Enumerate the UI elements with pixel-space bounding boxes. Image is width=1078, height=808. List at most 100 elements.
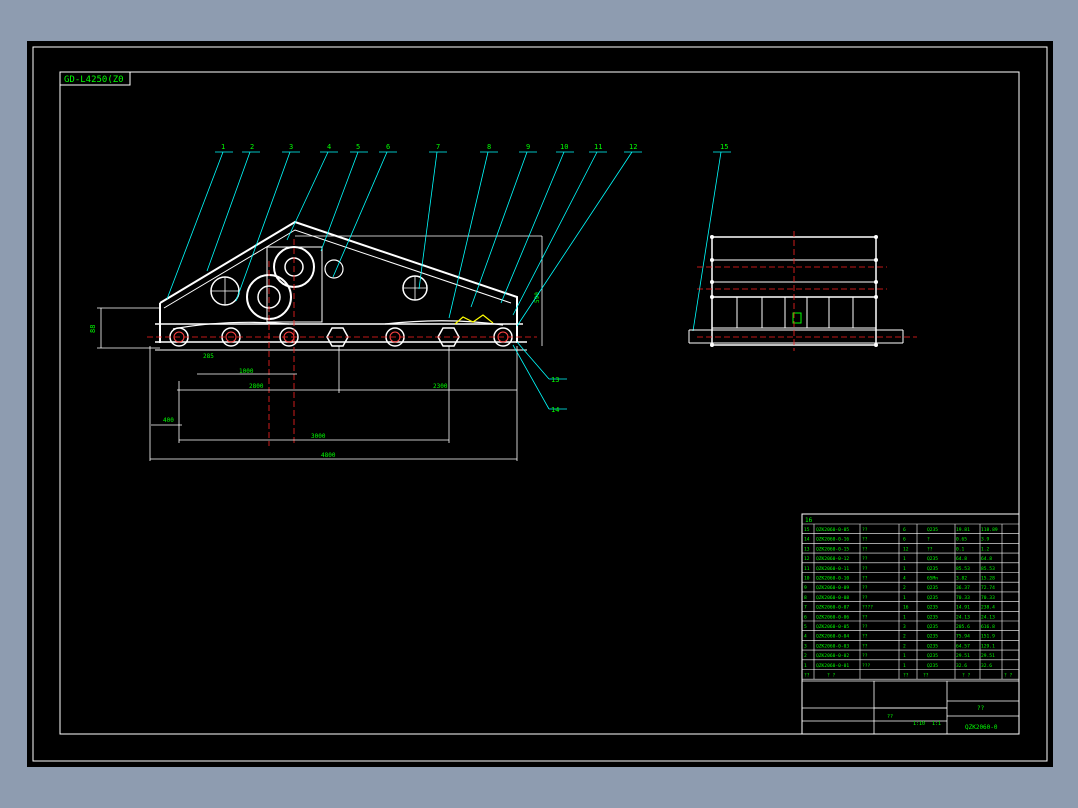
- bom-cell-w1: 36.37: [956, 585, 970, 591]
- bom-cell-w1: 29.51: [956, 653, 970, 659]
- balloon-4: 4: [327, 143, 331, 151]
- bom-cell-qty: 2: [903, 634, 906, 640]
- bom-cell-name: ??: [862, 566, 868, 572]
- bom-cell-mat: Q235: [927, 663, 938, 669]
- dim-height-left: 88: [89, 325, 97, 333]
- balloon-13: 13: [551, 376, 559, 384]
- dim-b: 1000: [239, 368, 254, 375]
- bom-cell-code: QZK2060-0-09: [816, 585, 849, 591]
- bom-cell-w1: 85.53: [956, 566, 970, 572]
- bom-cell-w2: 24.13: [981, 614, 995, 620]
- bom-cell-no: 2: [804, 653, 807, 659]
- bom-cell-w1: 205.6: [956, 624, 970, 630]
- bom-header-name: ? ?: [827, 673, 836, 679]
- bom-header-note: ? ?: [1004, 673, 1013, 679]
- bom-cell-qty: 1: [903, 556, 906, 562]
- balloon-14: 14: [551, 406, 559, 414]
- bom-cell-code: QZK2060-0-04: [816, 634, 849, 640]
- bom-cell-name: ??: [862, 527, 868, 533]
- bom-cell-w1: 19.81: [956, 527, 970, 533]
- bom-cell-qty: 1: [903, 663, 906, 669]
- bom-cell-w2: 616.8: [981, 624, 995, 630]
- bom-cell-name: ??: [862, 643, 868, 649]
- bom-cell-w2: 85.53: [981, 566, 995, 572]
- title-scale: 1:1: [932, 721, 941, 727]
- bom-cell-w2: 129.1: [981, 643, 995, 649]
- bom-cell-w1: 70.33: [956, 595, 970, 601]
- bom-cell-w1: 3.82: [956, 576, 967, 582]
- bom-cell-w2: 64.8: [981, 556, 992, 562]
- balloon-7: 7: [436, 143, 440, 151]
- bom-cell-no: 4: [804, 634, 807, 640]
- bom-cell-name: ??: [862, 595, 868, 601]
- bom-header-w: ? ?: [962, 673, 971, 679]
- bom-cell-mat: Q235: [927, 624, 938, 630]
- balloon-labels: 1 2 3 4 5 6 7 8 9 10 11 12 13 14 15: [221, 143, 728, 414]
- bom-cell-mat: Q235: [927, 527, 938, 533]
- bom-cell-qty: 1: [903, 566, 906, 572]
- balloon-2: 2: [250, 143, 254, 151]
- bom-cell-no: 13: [804, 546, 810, 552]
- bom-cell-no: 14: [804, 537, 810, 543]
- bom-cell-w1: 64.8: [956, 556, 967, 562]
- bom-cell-code: QZK2060-0-10: [816, 576, 849, 582]
- title-ratio: 1:10: [913, 721, 925, 727]
- bom-cell-name: ??: [862, 585, 868, 591]
- bom-cell-w2: 70.33: [981, 595, 995, 601]
- bom-cell-no: 6: [804, 614, 807, 620]
- bom-cell-w1: 0.65: [956, 537, 967, 543]
- bom-cell-no: 12: [804, 556, 810, 562]
- balloon-11: 11: [594, 143, 602, 151]
- bom-cell-no: 8: [804, 595, 807, 601]
- bom-cell-mat: Q235: [927, 585, 938, 591]
- bom-cell-w1: 75.94: [956, 634, 970, 640]
- bom-cell-code: QZK2060-0-01: [816, 663, 849, 669]
- balloon-12: 12: [629, 143, 637, 151]
- drawing-viewport[interactable]: GD-L4250(Z0 88 285 1000 2800 2300 400 30…: [27, 41, 1053, 767]
- bom-cell-code: QZK2060-0-06: [816, 614, 849, 620]
- bom-cell-mat: Q235: [927, 556, 938, 562]
- dimension-lines: [97, 235, 543, 461]
- title-main: ??: [977, 705, 985, 712]
- bom-cell-mat: Q235: [927, 566, 938, 572]
- bom-cell-no: 9: [804, 585, 807, 591]
- bom-cell-qty: 4: [903, 576, 906, 582]
- bom-cell-qty: 1: [903, 614, 906, 620]
- title-tag: GD-L4250(Z0: [64, 75, 124, 85]
- bom-cell-qty: 2: [903, 585, 906, 591]
- title-sheet: ??: [887, 714, 893, 720]
- bom-cell-w2: 29.51: [981, 653, 995, 659]
- balloon-8: 8: [487, 143, 491, 151]
- bom-cell-no: 1: [804, 663, 807, 669]
- bom-cell-name: ??: [862, 624, 868, 630]
- bom-cell-name: ????: [862, 605, 873, 611]
- bom-cell-mat: Q235: [927, 634, 938, 640]
- title-part-no: QZK2060-0: [965, 724, 998, 731]
- bom-cell-w2: 3.9: [981, 537, 990, 543]
- dim-e: 400: [163, 417, 174, 424]
- bom-cell-qty: 1: [903, 653, 906, 659]
- bom-cell-code: QZK2060-0-03: [816, 643, 849, 649]
- balloon-1: 1: [221, 143, 225, 151]
- bom-cell-no: 5: [804, 624, 807, 630]
- bom-top-index: 16: [805, 517, 813, 524]
- bom-cell-code: QZK2060-0-07: [816, 605, 849, 611]
- bom-cell-w1: 24.13: [956, 614, 970, 620]
- bom-cell-name: ??: [862, 556, 868, 562]
- balloon-5: 5: [356, 143, 360, 151]
- dim-c: 2800: [249, 383, 264, 390]
- bom-cell-no: 15: [804, 527, 810, 533]
- bom-cell-qty: 6: [903, 527, 906, 533]
- balloon-9: 9: [526, 143, 530, 151]
- bom-cell-mat: 65Mn: [927, 576, 938, 582]
- balloon-15: 15: [720, 143, 728, 151]
- bom-cell-qty: 1: [903, 595, 906, 601]
- outer-frame: [32, 46, 1048, 762]
- bom-cell-code: QZK2060-0-05: [816, 527, 849, 533]
- bom-cell-w1: 32.6: [956, 663, 967, 669]
- bom-cell-qty: 3: [903, 624, 906, 630]
- bom-cell-mat: ?: [927, 537, 930, 543]
- bom-cell-no: 11: [804, 566, 810, 572]
- bom-cell-w2: 1.2: [981, 546, 990, 552]
- bom-cell-name: ??: [862, 537, 868, 543]
